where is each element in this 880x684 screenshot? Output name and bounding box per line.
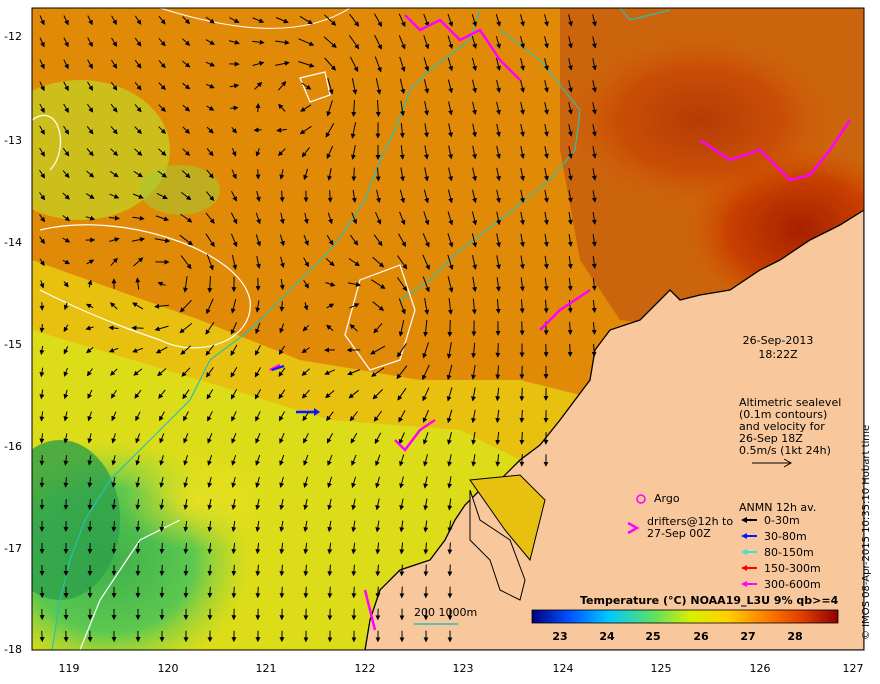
lat-tick: -15 [4,338,28,351]
velocity-arrow [354,168,355,181]
velocity-arrow [258,587,259,597]
velocity-arrow [210,587,211,597]
lat-tick: -18 [4,643,28,656]
velocity-arrow [162,565,163,575]
anmn-legend-label: 0-30m [764,514,800,527]
lon-tick: 121 [251,662,281,675]
velocity-arrow [114,543,115,553]
velocity-arrow [522,388,523,400]
drifters-legend-label: 27-Sep 00Z [647,527,711,540]
lon-tick: 124 [548,662,578,675]
velocity-arrow [522,322,523,335]
lon-tick: 123 [448,662,478,675]
velocity-arrow [426,565,427,576]
lat-tick: -17 [4,542,28,555]
velocity-arrow [234,587,235,597]
imos-credit: © IMOS 08-Apr-2015 10:35:10 Hobart time [861,425,872,640]
lat-tick: -13 [4,134,28,147]
sst-map-figure: -12 -13 -14 -15 -16 -17 -18 119 120 121 … [0,0,880,680]
velocity-arrow [42,631,43,641]
lon-tick: 122 [350,662,380,675]
velocity-arrow [450,320,451,336]
velocity-arrow [330,587,331,598]
anmn-legend-label: 300-600m [764,578,821,591]
velocity-arrow [66,499,67,509]
lat-tick: -14 [4,236,28,249]
anmn-legend-label: 30-80m [764,530,807,543]
lon-tick: 127 [838,662,868,675]
map-time: 18:22Z [730,348,826,361]
velocity-arrow [306,587,307,597]
velocity-arrow [450,565,451,576]
colorbar-tick: 28 [785,630,805,643]
colorbar-tick: 23 [550,630,570,643]
anmn-legend-label: 150-300m [764,562,821,575]
velocity-arrow [90,521,91,531]
colorbar-title: Temperature (°C) NOAA19_L3U 9% qb>=4 [580,594,838,607]
velocity-arrow [498,343,499,357]
temperature-colorbar [532,610,838,623]
velocity-arrow [402,587,403,598]
lon-tick: 126 [745,662,775,675]
velocity-arrow [378,587,379,598]
anmn-legend-title: ANMN 12h av. [739,501,816,514]
lon-tick: 119 [54,662,84,675]
sealevel-note-line: 0.5m/s (1kt 24h) [739,444,831,457]
argo-legend-label: Argo [654,492,680,505]
velocity-arrow [258,169,259,178]
lat-tick: -16 [4,440,28,453]
isobath-legend-label: 200 1000m [414,606,477,619]
colorbar-tick: 25 [643,630,663,643]
anmn-legend-label: 80-150m [764,546,814,559]
colorbar-tick: 24 [597,630,617,643]
colorbar-tick: 27 [738,630,758,643]
velocity-arrow [282,587,283,597]
colorbar-tick: 26 [691,630,711,643]
velocity-arrow [42,455,43,465]
velocity-arrow [522,454,523,466]
map-date: 26-Sep-2013 [730,334,826,347]
velocity-arrow [186,565,187,575]
lat-tick: -12 [4,30,28,43]
velocity-arrow [570,344,571,356]
lon-tick: 120 [153,662,183,675]
lon-tick: 125 [646,662,676,675]
velocity-arrow [354,587,355,598]
